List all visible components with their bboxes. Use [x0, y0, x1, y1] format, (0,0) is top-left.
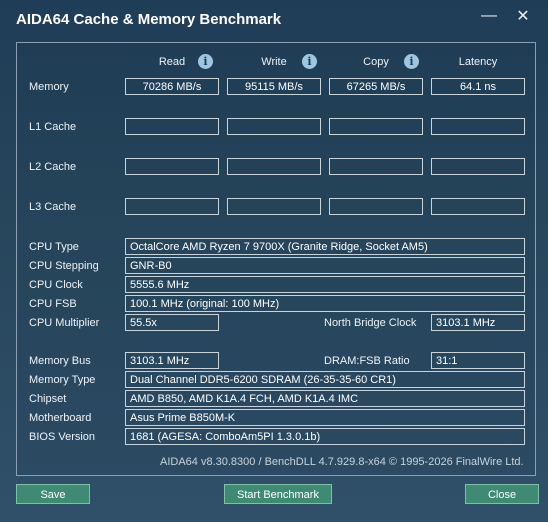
north-bridge-clock-label: North Bridge Clock: [324, 317, 417, 329]
l3-latency-value: [431, 198, 525, 215]
memory-write-value: 95115 MB/s: [227, 78, 321, 95]
minimize-icon[interactable]: —: [478, 6, 500, 28]
north-bridge-clock-value: 3103.1 MHz: [431, 314, 525, 331]
memory-copy-value: 67265 MB/s: [329, 78, 423, 95]
save-button[interactable]: Save: [16, 484, 90, 504]
copyright-footer: AIDA64 v8.30.8300 / BenchDLL 4.7.929.8-x…: [160, 456, 524, 468]
l2-cache-label: L2 Cache: [29, 161, 77, 173]
l3-copy-value: [329, 198, 423, 215]
l2-latency-value: [431, 158, 525, 175]
latency-header: Latency: [458, 56, 498, 68]
read-info-icon[interactable]: i: [198, 54, 213, 69]
l1-cache-label: L1 Cache: [29, 121, 77, 133]
chipset-value: AMD B850, AMD K1A.4 FCH, AMD K1A.4 IMC: [125, 390, 525, 407]
l3-read-value: [125, 198, 219, 215]
cpu-clock-value: 5555.6 MHz: [125, 276, 525, 293]
cpu-stepping-value: GNR-B0: [125, 257, 525, 274]
memory-label: Memory: [29, 81, 69, 93]
cpu-type-value: OctalCore AMD Ryzen 7 9700X (Granite Rid…: [125, 238, 525, 255]
bios-version-label: BIOS Version: [29, 431, 96, 443]
memory-bus-label: Memory Bus: [29, 355, 91, 367]
memory-type-value: Dual Channel DDR5-6200 SDRAM (26-35-35-6…: [125, 371, 525, 388]
chipset-label: Chipset: [29, 393, 67, 405]
memory-type-label: Memory Type: [29, 374, 96, 386]
close-button[interactable]: Close: [465, 484, 539, 504]
title-bar: AIDA64 Cache & Memory Benchmark — ✕: [0, 0, 548, 38]
cpu-multiplier-value: 55.5x: [125, 314, 219, 331]
l1-read-value: [125, 118, 219, 135]
cpu-fsb-value: 100.1 MHz (original: 100 MHz): [125, 295, 525, 312]
l2-write-value: [227, 158, 321, 175]
start-benchmark-button[interactable]: Start Benchmark: [224, 484, 332, 504]
dram-fsb-ratio-label: DRAM:FSB Ratio: [324, 355, 410, 367]
cpu-multiplier-label: CPU Multiplier: [29, 317, 100, 329]
l3-cache-label: L3 Cache: [29, 201, 77, 213]
l2-read-value: [125, 158, 219, 175]
window-title: AIDA64 Cache & Memory Benchmark: [16, 11, 282, 28]
l1-latency-value: [431, 118, 525, 135]
memory-read-value: 70286 MB/s: [125, 78, 219, 95]
memory-bus-value: 3103.1 MHz: [125, 352, 219, 369]
write-info-icon[interactable]: i: [302, 54, 317, 69]
close-icon[interactable]: ✕: [512, 6, 534, 28]
l1-copy-value: [329, 118, 423, 135]
l2-copy-value: [329, 158, 423, 175]
memory-latency-value: 64.1 ns: [431, 78, 525, 95]
motherboard-label: Motherboard: [29, 412, 92, 424]
cpu-type-label: CPU Type: [29, 241, 79, 253]
cpu-fsb-label: CPU FSB: [29, 298, 77, 310]
motherboard-value: Asus Prime B850M-K: [125, 409, 525, 426]
l1-write-value: [227, 118, 321, 135]
cpu-clock-label: CPU Clock: [29, 279, 83, 291]
dram-fsb-ratio-value: 31:1: [431, 352, 525, 369]
cpu-stepping-label: CPU Stepping: [29, 260, 99, 272]
copy-info-icon[interactable]: i: [404, 54, 419, 69]
bios-version-value: 1681 (AGESA: ComboAm5PI 1.3.0.1b): [125, 428, 525, 445]
l3-write-value: [227, 198, 321, 215]
